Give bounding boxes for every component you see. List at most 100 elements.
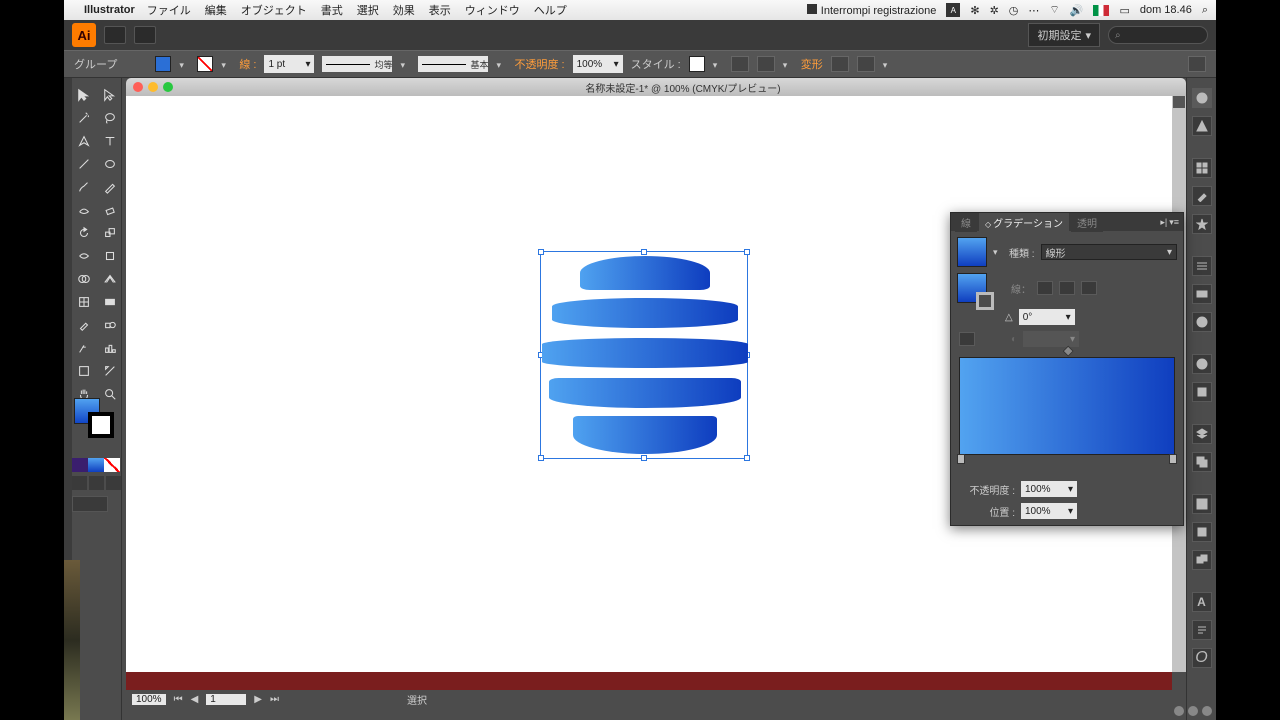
perspective-grid-tool[interactable]	[98, 268, 122, 290]
align-icon[interactable]	[757, 56, 775, 72]
adobe-icon[interactable]: A	[946, 3, 960, 17]
tab-gradient[interactable]: ◇グラデーション	[979, 213, 1069, 232]
selection-bounding-box[interactable]	[540, 251, 748, 459]
nav-prev-icon[interactable]: ◀	[191, 694, 199, 705]
stroke-profile-dd[interactable]: 均等	[322, 56, 392, 72]
nav-first-icon[interactable]: ⏮	[174, 694, 183, 705]
selection-tool[interactable]	[72, 84, 96, 106]
panel-color-icon[interactable]	[1192, 88, 1212, 108]
paintbrush-tool[interactable]	[72, 176, 96, 198]
blend-tool[interactable]	[98, 314, 122, 336]
search-input[interactable]: ⌕	[1108, 26, 1208, 44]
panel-brushes-icon[interactable]	[1192, 186, 1212, 206]
menu-edit[interactable]: 編集	[205, 2, 227, 18]
menu-type[interactable]: 書式	[321, 2, 343, 18]
slice-tool[interactable]	[98, 360, 122, 382]
panel-gradient-icon[interactable]	[1192, 284, 1212, 304]
color-mode-none[interactable]	[104, 458, 120, 472]
screen-mode-button[interactable]	[72, 496, 108, 512]
volume-icon[interactable]: 🔊	[1070, 4, 1084, 17]
status-dots-icon[interactable]: ⋯	[1028, 4, 1039, 17]
rotate-tool[interactable]	[72, 222, 96, 244]
color-mode-gradient[interactable]	[88, 458, 104, 472]
panel-character-icon[interactable]: A	[1192, 592, 1212, 612]
menu-help[interactable]: ヘルプ	[534, 2, 567, 18]
gradient-angle-input[interactable]: 0°▾	[1019, 309, 1075, 325]
misc-ctrl-icon[interactable]	[857, 56, 875, 72]
panel-opentype-icon[interactable]: O	[1192, 648, 1212, 668]
close-window-icon[interactable]	[133, 82, 143, 92]
lasso-tool[interactable]	[98, 107, 122, 129]
column-graph-tool[interactable]	[98, 337, 122, 359]
menu-view[interactable]: 表示	[429, 2, 451, 18]
fill-dd[interactable]	[179, 59, 189, 69]
stroke-color[interactable]	[88, 412, 114, 438]
menu-select[interactable]: 選択	[357, 2, 379, 18]
draw-behind[interactable]	[89, 476, 104, 490]
gradient-slider-preview[interactable]	[959, 357, 1175, 455]
panel-pathfinder-icon[interactable]	[1192, 550, 1212, 570]
opacity-input[interactable]: 100%▾	[573, 55, 623, 73]
brush-dd[interactable]: 基本	[418, 56, 488, 72]
workspace-switcher[interactable]: 初期設定▾	[1028, 23, 1100, 47]
tab-stroke[interactable]: 線	[955, 213, 977, 232]
app-name[interactable]: Illustrator	[84, 4, 135, 16]
titlebar-btn-1[interactable]	[104, 26, 126, 44]
menu-object[interactable]: オブジェクト	[241, 2, 307, 18]
stroke-grad-mode-3[interactable]	[1081, 281, 1097, 295]
menu-window[interactable]: ウィンドウ	[465, 2, 520, 18]
panel-appearance-icon[interactable]	[1192, 354, 1212, 374]
gradient-type-dropdown[interactable]: 線形▾	[1041, 244, 1177, 260]
stroke-grad-mode-1[interactable]	[1037, 281, 1053, 295]
panel-symbols-icon[interactable]	[1192, 214, 1212, 234]
wifi-icon[interactable]: ⌔	[1049, 3, 1059, 17]
color-mode-solid[interactable]	[72, 458, 88, 472]
magic-wand-tool[interactable]	[72, 107, 96, 129]
panel-artboards-icon[interactable]	[1192, 452, 1212, 472]
gradient-midpoint-handle[interactable]	[1063, 346, 1074, 357]
direct-selection-tool[interactable]	[98, 84, 122, 106]
scale-tool[interactable]	[98, 222, 122, 244]
minimize-window-icon[interactable]	[148, 82, 158, 92]
panel-menu-icon[interactable]: ▾≡	[1169, 217, 1179, 228]
draw-inside[interactable]	[106, 476, 121, 490]
gradient-thumbnail[interactable]	[957, 237, 987, 267]
menu-file[interactable]: ファイル	[147, 2, 191, 18]
gradient-thumb-dd[interactable]	[993, 247, 1003, 257]
gradient-stop-right[interactable]	[1169, 454, 1177, 464]
panel-swatches-icon[interactable]	[1192, 158, 1212, 178]
artwork-sphere[interactable]	[541, 252, 749, 460]
panel-graphic-styles-icon[interactable]	[1192, 382, 1212, 402]
clock-icon[interactable]: ◷	[1009, 4, 1019, 17]
symbol-sprayer-tool[interactable]	[72, 337, 96, 359]
zoom-window-icon[interactable]	[163, 82, 173, 92]
free-transform-tool[interactable]	[98, 245, 122, 267]
panel-transparency-icon[interactable]	[1192, 312, 1212, 332]
artboard-tool[interactable]	[72, 360, 96, 382]
stroke-weight-input[interactable]: 1 pt▾	[264, 55, 314, 73]
fill-stroke-control[interactable]	[74, 398, 114, 438]
recording-status[interactable]: Interrompi registrazione	[807, 4, 937, 17]
battery-icon[interactable]: ▭	[1119, 4, 1129, 17]
stroke-dd[interactable]	[221, 59, 231, 69]
panel-menu-icon[interactable]	[1188, 56, 1206, 72]
fill-swatch[interactable]	[155, 56, 171, 72]
gradient-stop-left[interactable]	[957, 454, 965, 464]
clock-text[interactable]: dom 18.46	[1140, 4, 1192, 16]
titlebar-btn-2[interactable]	[134, 26, 156, 44]
gradient-fill-stroke-toggle[interactable]	[957, 273, 987, 303]
stop-location-input[interactable]: 100%▾	[1021, 503, 1077, 519]
type-tool[interactable]	[98, 130, 122, 152]
eyedropper-tool[interactable]	[72, 314, 96, 336]
panel-stroke-icon[interactable]	[1192, 256, 1212, 276]
spotlight-icon[interactable]: ⌕	[1202, 4, 1208, 17]
recolor-icon[interactable]	[731, 56, 749, 72]
status-icon-1[interactable]: ✻	[970, 4, 979, 17]
mesh-tool[interactable]	[72, 291, 96, 313]
reverse-gradient-button[interactable]	[959, 332, 975, 346]
panel-paragraph-icon[interactable]	[1192, 620, 1212, 640]
artboard-nav-input[interactable]: 1	[206, 694, 246, 705]
pen-tool[interactable]	[72, 130, 96, 152]
line-tool[interactable]	[72, 153, 96, 175]
stroke-grad-mode-2[interactable]	[1059, 281, 1075, 295]
